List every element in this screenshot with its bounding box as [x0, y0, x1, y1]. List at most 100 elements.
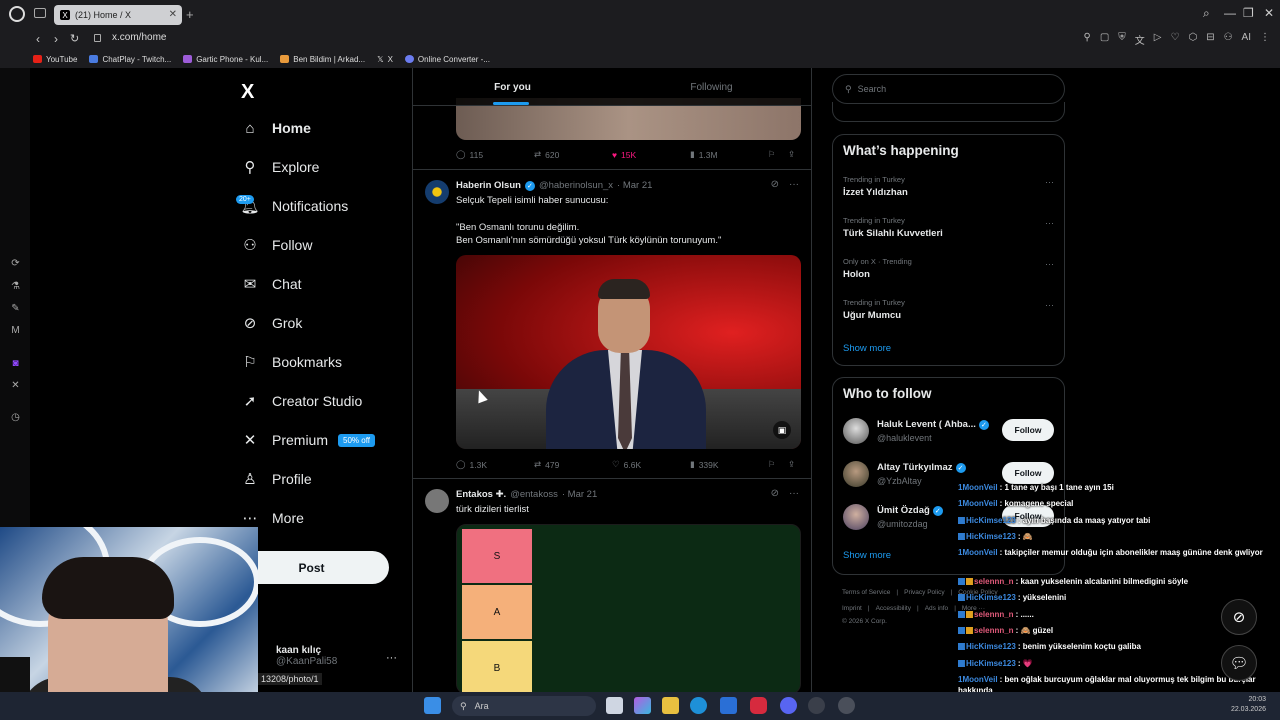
like-button[interactable]: ♥ 15K: [612, 149, 690, 160]
bookmark-benbildim[interactable]: Ben Bildim | Arkad...: [280, 55, 365, 64]
terms-link[interactable]: Terms of Service: [842, 589, 890, 596]
author-handle[interactable]: @haberinolsun_x: [539, 180, 613, 191]
ads-info-link[interactable]: Ads info: [925, 605, 949, 612]
show-more-link[interactable]: Show more: [843, 343, 891, 354]
views-button[interactable]: ▮ 339K: [690, 459, 768, 470]
bookmark-button[interactable]: ⚐: [768, 459, 788, 470]
author-name[interactable]: Haberin Olsun: [456, 180, 521, 191]
trend-item[interactable]: Only on X · Trending Holon: [843, 257, 912, 280]
nav-bookmarks[interactable]: ⚐ Bookmarks: [242, 354, 342, 371]
nav-follow[interactable]: ⚇ Follow: [242, 237, 312, 254]
tweet-date[interactable]: · Mar 21: [617, 180, 652, 191]
edge-icon[interactable]: [690, 697, 707, 714]
share-button[interactable]: ⇪: [788, 149, 795, 160]
reply-button[interactable]: ◯ 115: [456, 149, 534, 160]
more-options-icon[interactable]: ···: [789, 488, 799, 499]
tierlist-image[interactable]: S A B: [456, 524, 801, 692]
nav-premium[interactable]: ✕ Premium 50% off: [242, 432, 375, 449]
tweet-video[interactable]: ▣: [456, 255, 801, 449]
menu-icon[interactable]: ⋮: [1260, 32, 1270, 47]
grok-float-icon[interactable]: ⊘: [1221, 599, 1257, 635]
account-switcher[interactable]: kaan kılıç @KaanPali58: [276, 645, 337, 667]
follow-button[interactable]: Follow: [1002, 462, 1054, 484]
nav-chat[interactable]: ✉ Chat: [242, 276, 302, 293]
tab-following[interactable]: Following: [612, 68, 811, 105]
reload-icon[interactable]: ↻: [70, 32, 79, 45]
nav-home[interactable]: ⌂ Home: [242, 120, 310, 137]
snapshot-icon[interactable]: ▢: [1100, 32, 1109, 47]
tab-overview-icon[interactable]: [34, 8, 46, 18]
steam-icon[interactable]: [808, 697, 825, 714]
repost-button[interactable]: ⇄ 620: [534, 149, 612, 160]
ai-button[interactable]: AI: [1242, 32, 1251, 47]
follow-button[interactable]: Follow: [1002, 419, 1054, 441]
back-icon[interactable]: ‹: [36, 32, 40, 46]
store-icon[interactable]: [720, 697, 737, 714]
player-icon[interactable]: ▷: [1154, 32, 1162, 47]
grok-icon[interactable]: ⊘: [771, 179, 779, 190]
author-handle[interactable]: @entakoss: [510, 489, 558, 500]
bookmark-converter[interactable]: Online Converter -...: [404, 55, 490, 64]
translate-icon[interactable]: 文: [1135, 32, 1145, 47]
wallet-icon[interactable]: ⊟: [1206, 32, 1214, 47]
media-tag-icon[interactable]: ▣: [773, 421, 791, 439]
reply-button[interactable]: ◯ 1.3K: [456, 459, 534, 470]
follow-suggestion[interactable]: Haluk Levent ( Ahba... ✓ @haluklevent: [843, 418, 989, 444]
nav-more[interactable]: ⋯ More: [242, 510, 304, 527]
heart-icon[interactable]: ♡: [1170, 32, 1179, 47]
notes-icon[interactable]: ✎: [10, 303, 21, 314]
ai-icon[interactable]: ⚗: [10, 281, 21, 292]
views-button[interactable]: ▮ 1.3M: [690, 149, 768, 160]
mail-app-icon[interactable]: M: [10, 325, 21, 336]
clock[interactable]: 20:03 22.03.2026: [1231, 695, 1266, 715]
task-view-icon[interactable]: [606, 697, 623, 714]
tweet-date[interactable]: · Mar 21: [562, 489, 597, 500]
file-explorer-icon[interactable]: [662, 697, 679, 714]
more-options-icon[interactable]: ···: [1045, 300, 1054, 310]
bookmark-button[interactable]: ⚐: [768, 149, 788, 160]
x-logo-icon[interactable]: X: [241, 81, 254, 104]
shield-icon[interactable]: ⛨: [1118, 32, 1126, 47]
author-name[interactable]: Entakos ✚.: [456, 489, 506, 500]
accessibility-link[interactable]: Accessibility: [876, 605, 911, 612]
follow-suggestion[interactable]: Ümit Özdağ ✓ @umitozdag: [843, 504, 943, 530]
search-input[interactable]: ⚲ Search: [832, 74, 1065, 104]
copilot-icon[interactable]: [634, 697, 651, 714]
extensions-icon[interactable]: ⬡: [1188, 32, 1197, 47]
nav-grok[interactable]: ⊘ Grok: [242, 315, 303, 332]
history-icon[interactable]: ⟳: [10, 258, 21, 269]
close-window-icon[interactable]: ✕: [1264, 6, 1274, 20]
nav-creator-studio[interactable]: ➚ Creator Studio: [242, 393, 363, 410]
more-options-icon[interactable]: ···: [1045, 177, 1054, 187]
more-options-icon[interactable]: ···: [789, 179, 799, 190]
bookmark-x[interactable]: 𝕏X: [377, 55, 393, 64]
pin-icon[interactable]: ⚲: [1084, 32, 1091, 47]
account-menu-icon[interactable]: ···: [386, 652, 397, 664]
avatar[interactable]: [425, 489, 449, 513]
share-button[interactable]: ⇪: [788, 459, 795, 470]
trend-item[interactable]: Trending in Turkey İzzet Yıldızhan: [843, 175, 908, 198]
browser-logo-icon[interactable]: [9, 6, 25, 22]
maximize-icon[interactable]: ❐: [1243, 6, 1254, 20]
new-tab-icon[interactable]: +: [186, 7, 194, 22]
grok-icon[interactable]: ⊘: [771, 488, 779, 499]
bookmark-chatplay[interactable]: ChatPlay - Twitch...: [89, 55, 171, 64]
clock-icon[interactable]: ◷: [10, 412, 21, 423]
browser-tab[interactable]: X (21) Home / X ✕: [54, 5, 182, 25]
x-app-icon[interactable]: ✕: [10, 380, 21, 391]
close-tab-icon[interactable]: ✕: [169, 9, 177, 20]
chat-float-icon[interactable]: 💬︎: [1221, 645, 1257, 681]
bookmark-youtube[interactable]: YouTube: [33, 55, 77, 64]
tab-for-you[interactable]: For you: [413, 68, 612, 105]
profile-icon[interactable]: ⚇: [1224, 32, 1233, 47]
nav-explore[interactable]: ⚲ Explore: [242, 159, 320, 176]
imprint-link[interactable]: Imprint: [842, 605, 862, 612]
more-options-icon[interactable]: ···: [1045, 218, 1054, 228]
trend-item[interactable]: Trending in Turkey Türk Silahlı Kuvvetle…: [843, 216, 943, 239]
search-tabs-icon[interactable]: ⌕: [1203, 6, 1210, 21]
nav-notifications[interactable]: 🔔︎ Notifications: [240, 198, 348, 215]
more-options-icon[interactable]: ···: [1045, 259, 1054, 269]
privacy-link[interactable]: Privacy Policy: [904, 589, 944, 596]
like-button[interactable]: ♡ 6.6K: [612, 459, 690, 470]
show-more-link[interactable]: Show more: [843, 550, 891, 561]
